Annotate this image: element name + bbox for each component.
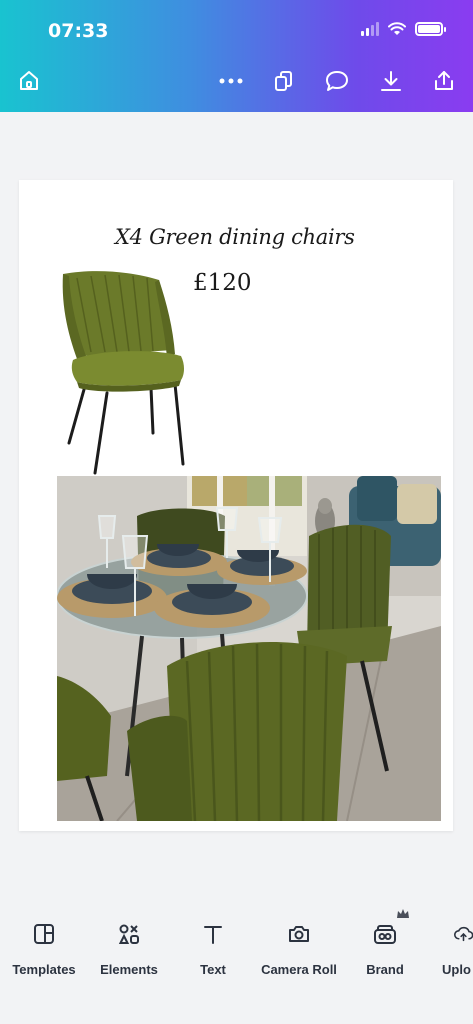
chair-product-image[interactable] <box>55 268 195 478</box>
download-icon[interactable] <box>376 66 406 96</box>
uploads-label: Uplo <box>442 962 471 977</box>
cellular-signal-icon <box>361 22 379 36</box>
bottom-toolbar: Templates Elements Text Camera Roll Bran… <box>0 900 473 1024</box>
battery-icon <box>415 22 446 36</box>
elements-label: Elements <box>100 962 158 977</box>
design-canvas[interactable]: X4 Green dining chairs £120 <box>19 180 453 831</box>
pages-icon[interactable] <box>269 66 299 96</box>
more-icon[interactable] <box>216 66 246 96</box>
brand-button[interactable]: Brand <box>360 909 410 977</box>
design-title[interactable]: X4 Green dining chairs <box>115 225 355 249</box>
crown-icon <box>397 909 409 918</box>
dining-room-photo[interactable] <box>57 476 441 821</box>
status-icons <box>361 22 446 36</box>
camera-icon <box>289 926 309 942</box>
brand-icon <box>374 925 396 944</box>
wifi-icon <box>388 22 406 35</box>
templates-label: Templates <box>12 962 76 977</box>
templates-icon <box>34 924 54 944</box>
camera-roll-label: Camera Roll <box>261 962 337 977</box>
text-button[interactable]: Text <box>188 920 238 977</box>
text-label: Text <box>200 962 226 977</box>
status-time: 07:33 <box>48 20 109 42</box>
brand-label: Brand <box>366 962 404 977</box>
elements-icon <box>118 924 139 944</box>
design-price[interactable]: £120 <box>193 270 252 296</box>
comment-icon[interactable] <box>322 66 352 96</box>
upload-icon <box>454 926 473 942</box>
text-icon <box>204 926 222 944</box>
camera-roll-button[interactable]: Camera Roll <box>257 920 341 977</box>
share-icon[interactable] <box>429 66 459 96</box>
elements-button[interactable]: Elements <box>95 920 163 977</box>
home-icon[interactable] <box>14 66 44 96</box>
top-header: 07:33 <box>0 0 473 112</box>
templates-button[interactable]: Templates <box>9 920 79 977</box>
uploads-button[interactable]: Uplo <box>438 920 473 977</box>
